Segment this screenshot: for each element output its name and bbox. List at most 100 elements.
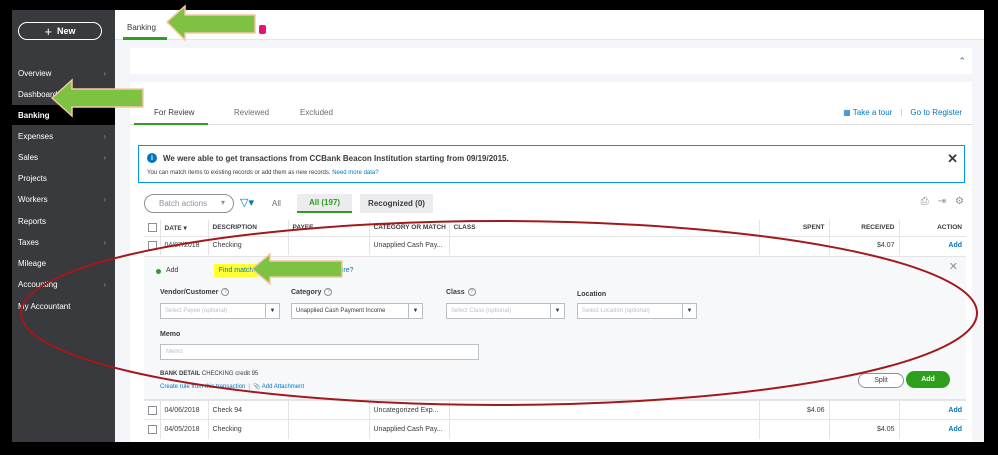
add-radio[interactable] bbox=[156, 269, 161, 274]
sidebar-item-banking[interactable]: Banking bbox=[12, 105, 115, 125]
row-checkbox-cell bbox=[144, 419, 161, 439]
create-rule-link[interactable]: Create rule from this transaction bbox=[160, 384, 245, 390]
chevron-up-icon[interactable]: ⌃ bbox=[958, 56, 966, 67]
class-select[interactable]: Select Class (optional) ▼ bbox=[446, 303, 565, 319]
select-all-checkbox[interactable] bbox=[148, 223, 157, 233]
add-link[interactable]: Add bbox=[948, 426, 962, 433]
sidebar-item-overview[interactable]: Overview › bbox=[12, 63, 115, 83]
column-header-date[interactable]: DATE ▾ bbox=[160, 220, 209, 236]
sidebar-item-label: Overview bbox=[18, 68, 52, 78]
cell-payee bbox=[288, 419, 370, 439]
print-icon[interactable]: ⎙ bbox=[921, 196, 929, 207]
cell-description: Checking bbox=[208, 235, 289, 255]
row-checkbox[interactable] bbox=[148, 241, 157, 251]
column-header-received: RECEIVED bbox=[829, 220, 900, 236]
bank-detail-label: BANK DETAIL bbox=[160, 371, 201, 377]
category-select[interactable]: Unapplied Cash Payment Income ▼ bbox=[291, 303, 423, 319]
plus-icon: + bbox=[44, 23, 53, 39]
bank-detail: BANK DETAIL CHECKING credit 95 bbox=[160, 371, 258, 377]
sidebar-item-projects[interactable]: Projects bbox=[12, 168, 115, 188]
top-links: ▦ Take a tour | Go to Register bbox=[843, 108, 962, 117]
sidebar-item-taxes[interactable]: Taxes › bbox=[12, 232, 115, 252]
cell-category: Unapplied Cash Pay... bbox=[369, 419, 450, 439]
go-to-register-link[interactable]: Go to Register bbox=[910, 108, 962, 117]
all-transactions-pill[interactable]: All (197) bbox=[297, 194, 352, 213]
batch-actions-label: Batch actions bbox=[159, 199, 208, 208]
export-icon[interactable]: ⇥ bbox=[938, 196, 946, 207]
class-label-text: Class bbox=[446, 288, 465, 296]
cell-class bbox=[449, 400, 760, 420]
add-attachment-link[interactable]: Add Attachment bbox=[262, 384, 304, 390]
not-sure-link[interactable]: sure? bbox=[336, 267, 354, 274]
chevron-down-icon: ▼ bbox=[408, 304, 422, 318]
row-checkbox[interactable] bbox=[148, 405, 157, 415]
tab-for-review[interactable]: For Review bbox=[154, 108, 194, 117]
location-select[interactable]: Select Location (optional) ▼ bbox=[577, 303, 697, 319]
add-radio-label[interactable]: Add bbox=[166, 267, 178, 274]
tab-reviewed[interactable]: Reviewed bbox=[234, 108, 269, 117]
gear-icon[interactable]: ⚙ bbox=[955, 196, 964, 207]
chevron-right-icon: › bbox=[103, 279, 106, 289]
memo-label: Memo bbox=[160, 331, 181, 338]
transaction-edit-panel: Add Find match sure? ✕ Vendor/Customer? … bbox=[144, 256, 966, 400]
column-header-class: CLASS bbox=[449, 220, 760, 236]
column-header-payee: PAYEE bbox=[288, 220, 370, 236]
take-tour-link[interactable]: ▦ Take a tour bbox=[843, 108, 892, 117]
sidebar-item-dashboard[interactable]: Dashboard bbox=[12, 84, 115, 104]
sidebar-item-reports[interactable]: Reports bbox=[12, 211, 115, 231]
table-row[interactable]: 04/05/2018 Checking Unapplied Cash Pay... $… bbox=[144, 419, 966, 439]
sidebar-item-mileage[interactable]: Mileage bbox=[12, 253, 115, 273]
add-link[interactable]: Add bbox=[948, 242, 962, 249]
recognized-pill[interactable]: Recognized (0) bbox=[360, 194, 433, 213]
banner-subtext-label: You can match items to existing records … bbox=[147, 170, 331, 176]
banner-title: We were able to get transactions from CC… bbox=[163, 154, 509, 163]
new-button[interactable]: + New bbox=[18, 22, 102, 40]
tab-banking[interactable]: Banking bbox=[127, 23, 156, 32]
column-header-spent: SPENT bbox=[759, 220, 830, 236]
need-more-data-link[interactable]: Need more data? bbox=[332, 170, 378, 176]
tab-active-indicator bbox=[134, 123, 208, 125]
sidebar-item-expenses[interactable]: Expenses › bbox=[12, 126, 115, 146]
sidebar-item-label: Taxes bbox=[18, 237, 39, 247]
sidebar-item-accounting[interactable]: Accounting › bbox=[12, 274, 115, 294]
help-icon[interactable]: ? bbox=[221, 288, 230, 296]
add-button[interactable]: Add bbox=[906, 371, 950, 388]
lower-rows: 04/06/2018 Check 94 Uncategorized Exp... $4… bbox=[144, 400, 966, 439]
sidebar-item-workers[interactable]: Workers › bbox=[12, 189, 115, 209]
close-icon[interactable]: ✕ bbox=[949, 260, 958, 273]
help-icon[interactable]: ? bbox=[324, 288, 333, 296]
top-bar: Banking bbox=[115, 10, 984, 46]
vendor-customer-select[interactable]: Select Payee (optional) ▼ bbox=[160, 303, 280, 319]
chevron-right-icon: › bbox=[103, 131, 106, 141]
category-label-text: Category bbox=[291, 288, 322, 296]
row-checkbox[interactable] bbox=[148, 424, 157, 434]
filter-icon[interactable]: ▽▾ bbox=[240, 196, 254, 209]
table-row[interactable]: 04/07/2018 Checking Unapplied Cash Pay..… bbox=[144, 235, 966, 255]
transactions-table: DATE ▾ DESCRIPTION PAYEE CATEGORY OR MAT… bbox=[144, 220, 966, 255]
cell-description: Check 94 bbox=[208, 400, 289, 420]
find-match-radio[interactable]: Find match bbox=[214, 264, 258, 277]
close-icon[interactable]: ✕ bbox=[947, 151, 958, 167]
rule-links: Create rule from this transaction | 📎 Add … bbox=[160, 383, 304, 390]
cell-date: 04/07/2018 bbox=[160, 235, 209, 255]
memo-input[interactable]: Memo bbox=[160, 344, 479, 360]
help-icon[interactable]: ? bbox=[467, 288, 476, 296]
cell-category: Uncategorized Exp... bbox=[369, 400, 450, 420]
batch-actions-button[interactable]: Batch actions ▾ bbox=[144, 194, 234, 213]
vendor-customer-placeholder: Select Payee (optional) bbox=[165, 308, 228, 314]
sidebar-item-label: Dashboard bbox=[18, 89, 58, 99]
tab-excluded[interactable]: Excluded bbox=[300, 108, 333, 117]
chevron-right-icon: › bbox=[103, 237, 106, 247]
table-row[interactable]: 04/06/2018 Check 94 Uncategorized Exp... $4… bbox=[144, 400, 966, 420]
sidebar-item-sales[interactable]: Sales › bbox=[12, 147, 115, 167]
sidebar-item-my-accountant[interactable]: My Accountant bbox=[12, 296, 115, 316]
location-placeholder: Select Location (optional) bbox=[582, 308, 650, 314]
add-link[interactable]: Add bbox=[948, 407, 962, 414]
filter-toolbar: Batch actions ▾ ▽▾ All All (197) Recogni… bbox=[130, 192, 972, 216]
class-placeholder: Select Class (optional) bbox=[451, 308, 512, 314]
cell-spent bbox=[759, 419, 830, 439]
take-tour-label: Take a tour bbox=[852, 108, 893, 117]
class-label: Class? bbox=[446, 288, 476, 296]
split-button[interactable]: Split bbox=[858, 373, 904, 388]
sidebar-item-label: Projects bbox=[18, 173, 47, 183]
